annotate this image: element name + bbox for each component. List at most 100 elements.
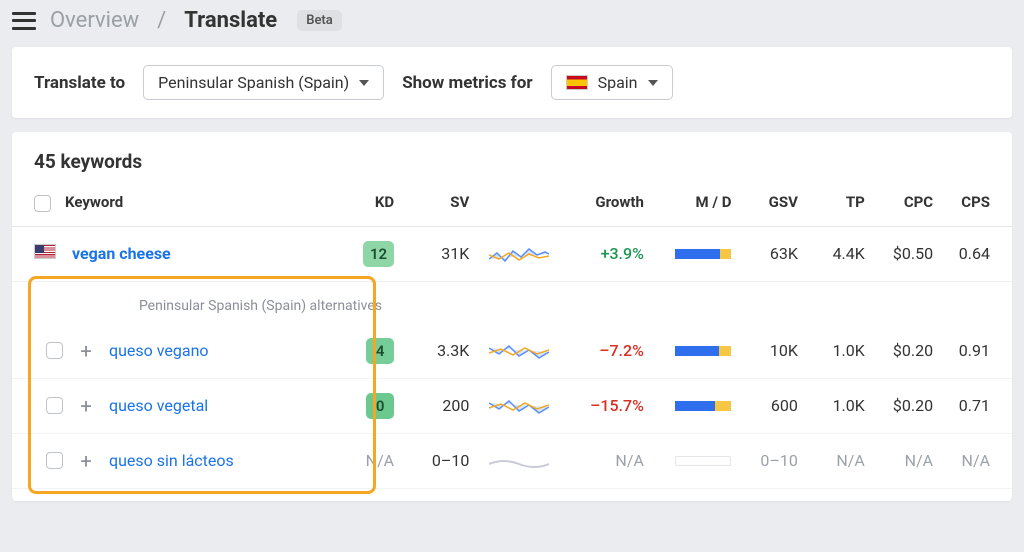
tp-cell: 1.0K: [808, 378, 875, 433]
col-cps[interactable]: CPS: [943, 179, 1012, 226]
flag-us-icon: [34, 244, 56, 259]
expand-icon[interactable]: +: [77, 339, 95, 363]
row-checkbox[interactable]: [46, 342, 63, 359]
col-gsv[interactable]: GSV: [741, 179, 807, 226]
page-header: Overview / Translate Beta: [0, 0, 1024, 41]
tp-cell: 4.4K: [808, 226, 875, 281]
cpc-cell: $0.20: [875, 324, 943, 379]
sv-cell: 0–10: [404, 433, 479, 488]
chevron-down-icon: [648, 80, 658, 86]
growth-cell: +3.9%: [559, 226, 654, 281]
table-row-alt: + queso vegetal 0 200 –15.7% 600 1.0K $0…: [12, 378, 1012, 433]
sparkline-icon: [489, 241, 549, 267]
flag-spain-icon: [566, 75, 588, 90]
col-growth[interactable]: Growth: [559, 179, 654, 226]
kd-badge: 0: [366, 393, 394, 419]
breadcrumb-overview[interactable]: Overview: [50, 8, 139, 33]
trend-cell: [479, 433, 559, 488]
breadcrumb-page: Translate: [184, 8, 277, 33]
gsv-cell: 10K: [741, 324, 807, 379]
cpc-cell: $0.20: [875, 378, 943, 433]
md-cell: [654, 433, 742, 488]
country-dropdown[interactable]: Spain: [551, 65, 673, 100]
kd-badge: 12: [363, 241, 394, 267]
keyword-count: 45 keywords: [12, 132, 1012, 179]
cps-cell: N/A: [943, 433, 1012, 488]
metrics-for-label: Show metrics for: [402, 73, 532, 93]
beta-badge: Beta: [297, 10, 342, 31]
row-checkbox[interactable]: [46, 397, 63, 414]
table-header: Keyword KD SV Growth M / D GSV TP CPC CP…: [12, 179, 1012, 226]
md-cell: [654, 324, 742, 379]
keyword-cell: + queso sin lácteos: [12, 433, 346, 488]
table-row-main: vegan cheese 12 31K +3.9% 63K 4.4K $0.50…: [12, 226, 1012, 281]
table-row-alt: + queso sin lácteos N/A 0–10 N/A 0–10 N/…: [12, 433, 1012, 488]
menu-icon[interactable]: [12, 12, 36, 30]
trend-cell: [479, 378, 559, 433]
md-bar: [675, 401, 731, 411]
table-row-alt: + queso vegano 4 3.3K –7.2% 10K 1.0K $0.…: [12, 324, 1012, 379]
toolbar-panel: Translate to Peninsular Spanish (Spain) …: [12, 47, 1012, 118]
cps-cell: 0.91: [943, 324, 1012, 379]
kd-na: N/A: [366, 451, 394, 470]
md-bar: [675, 249, 731, 259]
tp-cell: N/A: [808, 433, 875, 488]
sv-cell: 3.3K: [404, 324, 479, 379]
expand-icon[interactable]: +: [77, 394, 95, 418]
col-tp[interactable]: TP: [808, 179, 875, 226]
keyword-link[interactable]: queso vegano: [109, 341, 209, 360]
growth-cell: –15.7%: [559, 378, 654, 433]
kd-cell: 0: [346, 378, 404, 433]
row-checkbox[interactable]: [46, 452, 63, 469]
col-keyword[interactable]: Keyword: [12, 179, 346, 226]
keyword-cell: + queso vegetal: [12, 378, 346, 433]
keyword-cell: + queso vegano: [12, 324, 346, 379]
md-bar-empty: [675, 456, 731, 466]
kd-cell: 4: [346, 324, 404, 379]
md-cell: [654, 226, 742, 281]
breadcrumb-separator: /: [157, 8, 166, 33]
country-value: Spain: [598, 73, 638, 92]
md-cell: [654, 378, 742, 433]
gsv-cell: 0–10: [741, 433, 807, 488]
trend-cell: [479, 324, 559, 379]
language-value: Peninsular Spanish (Spain): [158, 73, 349, 92]
results-panel: 45 keywords Keyword KD SV Growth M / D G…: [12, 132, 1012, 501]
col-cpc[interactable]: CPC: [875, 179, 943, 226]
gsv-cell: 63K: [741, 226, 807, 281]
keyword-link[interactable]: vegan cheese: [72, 244, 171, 263]
sv-cell: 31K: [404, 226, 479, 281]
alternatives-wrap: Peninsular Spanish (Spain) alternatives: [12, 282, 382, 324]
keyword-link[interactable]: queso sin lácteos: [109, 451, 234, 470]
col-sv[interactable]: SV: [404, 179, 479, 226]
sparkline-flat-icon: [489, 448, 549, 474]
keywords-table: Keyword KD SV Growth M / D GSV TP CPC CP…: [12, 179, 1012, 489]
col-trend: [479, 179, 559, 226]
trend-cell: [479, 226, 559, 281]
col-md[interactable]: M / D: [654, 179, 742, 226]
keyword-link[interactable]: queso vegetal: [109, 396, 208, 415]
cpc-cell: N/A: [875, 433, 943, 488]
chevron-down-icon: [359, 80, 369, 86]
growth-cell: N/A: [559, 433, 654, 488]
toolbar: Translate to Peninsular Spanish (Spain) …: [12, 47, 1012, 118]
alternatives-section: Peninsular Spanish (Spain) alternatives: [12, 281, 1012, 324]
growth-cell: –7.2%: [559, 324, 654, 379]
select-all-checkbox[interactable]: [34, 195, 51, 212]
gsv-cell: 600: [741, 378, 807, 433]
col-kd[interactable]: KD: [346, 179, 404, 226]
translate-to-label: Translate to: [34, 73, 125, 93]
alternatives-title: Peninsular Spanish (Spain) alternatives: [12, 282, 382, 324]
kd-cell: 12: [346, 226, 404, 281]
tp-cell: 1.0K: [808, 324, 875, 379]
kd-cell: N/A: [346, 433, 404, 488]
md-bar: [675, 346, 731, 356]
cpc-cell: $0.50: [875, 226, 943, 281]
expand-icon[interactable]: +: [77, 449, 95, 473]
kd-badge: 4: [366, 338, 394, 364]
cps-cell: 0.64: [943, 226, 1012, 281]
keyword-cell: vegan cheese: [12, 226, 346, 281]
sparkline-icon: [489, 338, 549, 364]
cps-cell: 0.71: [943, 378, 1012, 433]
language-dropdown[interactable]: Peninsular Spanish (Spain): [143, 65, 384, 100]
